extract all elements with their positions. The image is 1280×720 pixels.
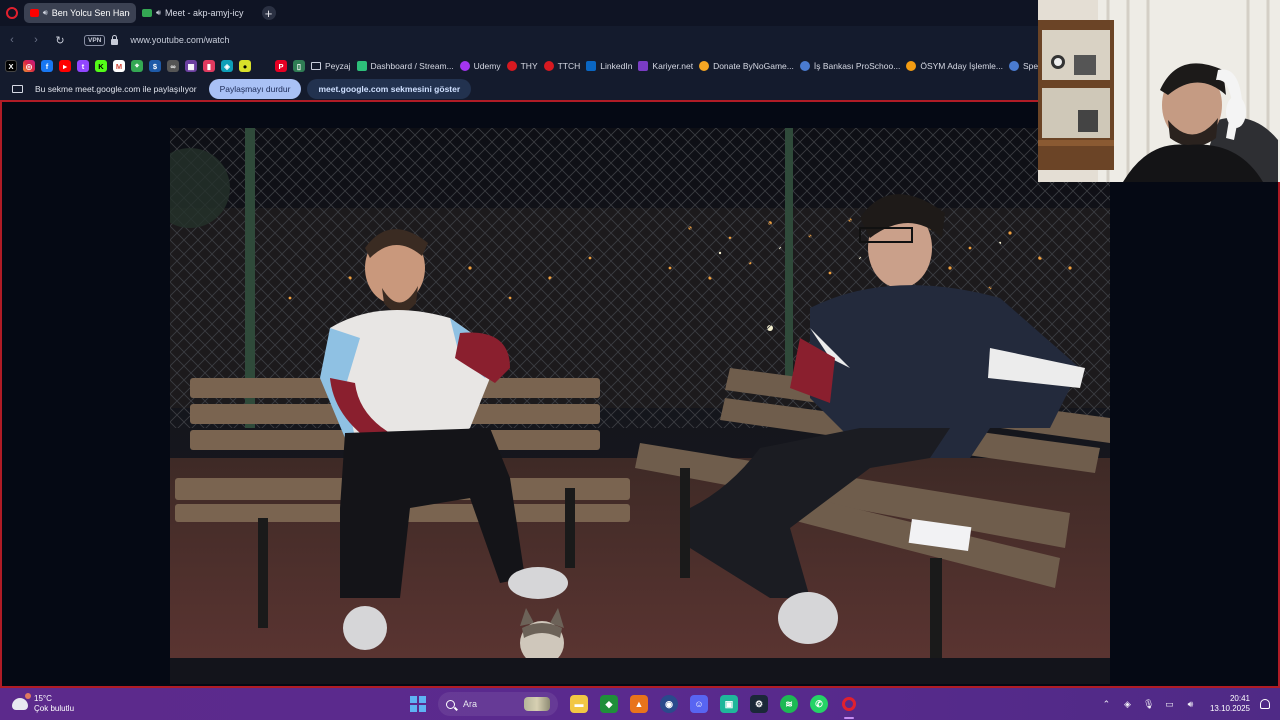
chevron-up-icon[interactable]: ⌃ [1101,699,1112,710]
tab-sharing-bar: Bu sekme meet.google.com ile paylaşılıyo… [0,78,1040,100]
vlc-icon[interactable]: ▲ [630,695,648,713]
windows-taskbar: 15°C Çok bulutlu Ara ▬ ◆ ▲ ◉ ☺ ▣ ⚙ ≋ ✆ ⌃… [0,688,1280,720]
display-icon[interactable]: ▭ [1164,699,1175,710]
microphone-icon[interactable]: 🎙︎ [1143,699,1154,710]
isbank-icon [799,61,810,71]
dashboard-icon [356,61,367,71]
search-highlight-image [524,697,550,711]
blank-icon[interactable] [257,60,269,72]
volume-icon[interactable]: 🔊︎ [1185,699,1196,710]
weather-temperature: 15°C [34,694,52,703]
bookmark-udemy[interactable]: Udemy [459,61,501,71]
taskbar-search[interactable]: Ara [438,692,558,716]
lock-icon[interactable] [111,34,119,45]
sharing-message: Bu sekme meet.google.com ile paylaşılıyo… [35,84,197,94]
app-icon[interactable]: ◉ [660,695,678,713]
x-twitter-icon[interactable]: X [5,60,17,72]
donate-icon [699,61,710,71]
opera-icon[interactable] [840,695,858,719]
file-explorer-icon[interactable]: ▬ [570,695,588,713]
tab-youtube[interactable]: 🔊︎ Ben Yolcu Sen Hancı | [24,3,136,23]
show-meet-tab-button[interactable]: meet.google.com sekmesini göster [307,79,472,99]
gmail-icon[interactable]: M [113,60,125,72]
xbox-icon[interactable]: ◆ [600,695,618,713]
kariyer-icon [638,61,649,71]
link-icon[interactable]: ∞ [167,60,179,72]
pinterest-icon[interactable]: P [275,60,287,72]
bookmark-peyzaj[interactable]: Peyzaj [311,61,351,71]
speak-icon [1009,61,1019,71]
screen-share-icon [12,85,23,93]
speaker-icon[interactable]: 🔊︎ [156,8,161,18]
bookmark-speak[interactable]: Speak En [1009,61,1040,71]
windows-start-icon[interactable] [410,696,426,712]
bookmark-ttch[interactable]: TTCH [543,61,580,71]
search-placeholder: Ara [463,699,478,709]
bookmark-donate[interactable]: Donate ByNoGame... [699,61,794,71]
ttch-icon [543,61,554,71]
bookmark-thy[interactable]: THY [506,61,538,71]
facebook-icon[interactable]: f [41,60,53,72]
tab-label: Ben Yolcu Sen Hancı | [51,8,130,18]
video-letterbox [170,658,1110,684]
phone-icon[interactable]: ▯ [293,60,305,72]
bookmark-linkedin[interactable]: LinkedIn [586,61,632,71]
app-icon[interactable]: ● [239,60,251,72]
bookmark-icon[interactable]: ▮ [203,60,215,72]
vpn-badge[interactable]: VPN [84,34,106,46]
speaker-icon[interactable]: 🔊︎ [43,8,48,18]
cloud-icon [12,693,31,710]
youtube-icon [30,9,39,17]
app-icon[interactable]: ▣ [720,695,738,713]
back-icon[interactable]: ‹ [6,34,18,46]
app-icon[interactable]: ▦ [185,60,197,72]
video-frame-image [170,128,1110,658]
instagram-icon[interactable]: ◎ [23,60,35,72]
tab-label: Meet - akp-amyj-icy [165,8,244,18]
meet-icon [142,9,152,17]
folder-icon [311,62,321,70]
bookmark-isbank[interactable]: İş Bankası ProSchoo... [799,61,900,71]
bookmark-osym[interactable]: ÖSYM Aday İşlemle... [906,61,1003,71]
spotify-icon[interactable]: ≋ [780,695,798,713]
notification-bell-icon[interactable] [1260,699,1270,709]
kick-icon[interactable]: K [95,60,107,72]
tab-meet[interactable]: 🔊︎ Meet - akp-amyj-icy [136,3,250,23]
bookmarks-bar: X ◎ f ▸ t K M ⌖ $ ∞ ▦ ▮ ◈ ● P ▯ Peyzaj D… [0,54,1040,78]
webcam-preview[interactable] [1038,0,1280,182]
webcam-image [1038,0,1280,182]
whatsapp-icon[interactable]: ✆ [810,695,828,713]
stop-sharing-button[interactable]: Paylaşmayı durdur [208,79,302,99]
clock-date: 13.10.2025 [1209,704,1250,713]
bookmark-dashboard[interactable]: Dashboard / Stream... [356,61,454,71]
steam-icon[interactable]: ⚙ [750,695,768,713]
opera-logo-icon[interactable] [6,7,18,19]
twitch-icon[interactable]: t [77,60,89,72]
browser-tab-bar: 🔊︎ Ben Yolcu Sen Hancı | 🔊︎ Meet - akp-a… [0,0,1040,26]
weather-widget[interactable]: 15°C Çok bulutlu [12,693,75,714]
app-icon[interactable]: ◈ [221,60,233,72]
network-app-icon[interactable]: ◈ [1122,699,1133,710]
url-field[interactable]: www.youtube.com/watch [130,35,229,45]
reload-icon[interactable]: ↻ [54,34,66,47]
search-icon [446,699,455,709]
clock[interactable]: 20:41 13.10.2025 [1210,694,1250,714]
linkedin-icon [586,61,597,71]
forward-icon[interactable]: › [30,34,42,46]
clock-time: 20:41 [1229,694,1250,703]
plus-icon[interactable]: + [261,6,276,20]
discord-icon[interactable]: ☺ [690,695,708,713]
thy-icon [506,61,517,71]
youtube-icon[interactable]: ▸ [59,60,71,72]
maps-icon[interactable]: ⌖ [131,60,143,72]
bookmark-kariyer[interactable]: Kariyer.net [638,61,693,71]
taskbar-apps: Ara ▬ ◆ ▲ ◉ ☺ ▣ ⚙ ≋ ✆ [410,688,858,720]
weather-description: Çok bulutlu [34,704,75,713]
system-tray: ⌃ ◈ 🎙︎ ▭ 🔊︎ 20:41 13.10.2025 [1101,688,1270,720]
video-player[interactable] [170,128,1110,658]
osym-icon [906,61,917,71]
address-bar: ‹ › ↻ VPN www.youtube.com/watch [0,26,1040,54]
finance-icon[interactable]: $ [149,60,161,72]
udemy-icon [459,61,470,71]
